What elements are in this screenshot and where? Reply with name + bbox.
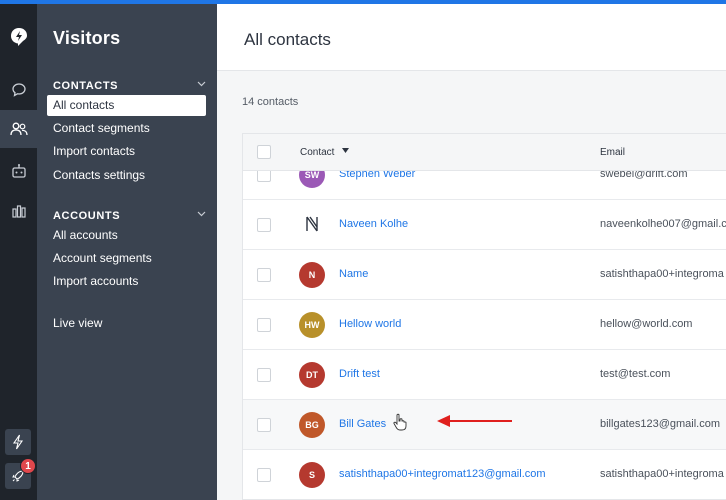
contact-name-link[interactable]: Hellow world: [339, 318, 401, 330]
sidebar-item-live-view[interactable]: Live view: [47, 313, 206, 334]
avatar: HW: [299, 312, 325, 338]
sidebar-item-import-contacts[interactable]: Import contacts: [47, 141, 206, 162]
chevron-down-icon[interactable]: [197, 211, 206, 217]
notification-badge: 1: [20, 458, 36, 474]
drift-logo-icon[interactable]: [0, 18, 37, 56]
table-row[interactable]: DT Drift test test@test.com: [243, 350, 726, 400]
table-row[interactable]: Naveen Kolhe naveenkolhe007@gmail.c: [243, 200, 726, 250]
reports-icon[interactable]: [0, 192, 37, 230]
contact-email: naveenkolhe007@gmail.c: [600, 218, 726, 230]
contact-email: billgates123@gmail.com: [600, 418, 721, 430]
row-checkbox[interactable]: [257, 268, 271, 282]
annotation-arrow-icon: [437, 415, 512, 427]
contact-email: satishthapa00+integroma: [600, 468, 724, 480]
sidebar-item-contacts-settings[interactable]: Contacts settings: [47, 165, 206, 186]
row-checkbox[interactable]: [257, 218, 271, 232]
contact-name-link[interactable]: Drift test: [339, 368, 380, 380]
sidebar: Visitors CONTACTS All contacts Contact s…: [37, 4, 217, 500]
sidebar-item-all-contacts[interactable]: All contacts: [47, 95, 206, 116]
table-row[interactable]: S satishthapa00+integromat123@gmail.com …: [243, 450, 726, 499]
sort-desc-icon[interactable]: [342, 148, 349, 153]
sidebar-item-contact-segments[interactable]: Contact segments: [47, 118, 206, 139]
contact-name-link[interactable]: Bill Gates: [339, 418, 386, 430]
contact-email: hellow@world.com: [600, 318, 693, 330]
row-checkbox[interactable]: [257, 418, 271, 432]
contacts-table: Contact Email SW Stephen Weber swebel@dr…: [242, 133, 726, 500]
sidebar-title: Visitors: [53, 28, 121, 48]
sidebar-item-account-segments[interactable]: Account segments: [47, 248, 206, 269]
table-header: Contact Email: [243, 134, 726, 171]
sidebar-section-accounts[interactable]: ACCOUNTS: [53, 210, 120, 222]
row-checkbox[interactable]: [257, 318, 271, 332]
contacts-icon[interactable]: [0, 110, 37, 148]
bot-icon[interactable]: [0, 152, 37, 190]
page-header: All contacts: [217, 4, 726, 71]
chevron-down-icon[interactable]: [197, 81, 206, 87]
contact-name-link[interactable]: satishthapa00+integromat123@gmail.com: [339, 468, 546, 480]
avatar: DT: [299, 362, 325, 388]
avatar: N: [299, 262, 325, 288]
avatar: BG: [299, 412, 325, 438]
contact-email: satishthapa00+integroma: [600, 268, 724, 280]
column-header-contact[interactable]: Contact: [300, 147, 334, 158]
hand-cursor-icon: [393, 413, 407, 431]
company-logo-icon: [306, 216, 318, 232]
sidebar-section-contacts[interactable]: CONTACTS: [53, 80, 118, 92]
lightning-icon[interactable]: [5, 429, 31, 455]
contact-email: test@test.com: [600, 368, 671, 380]
table-row[interactable]: N Name satishthapa00+integroma: [243, 250, 726, 300]
icon-rail: 1: [0, 4, 37, 500]
chat-icon[interactable]: [0, 71, 37, 109]
table-row[interactable]: HW Hellow world hellow@world.com: [243, 300, 726, 350]
contact-name-link[interactable]: Naveen Kolhe: [339, 218, 408, 230]
column-header-email[interactable]: Email: [600, 147, 625, 158]
row-checkbox[interactable]: [257, 468, 271, 482]
sidebar-item-import-accounts[interactable]: Import accounts: [47, 271, 206, 292]
sidebar-item-all-accounts[interactable]: All accounts: [47, 225, 206, 246]
page-title: All contacts: [244, 30, 331, 49]
select-all-checkbox[interactable]: [257, 145, 271, 159]
row-checkbox[interactable]: [257, 368, 271, 382]
contacts-count: 14 contacts: [242, 96, 299, 108]
contact-name-link[interactable]: Name: [339, 268, 368, 280]
avatar: S: [299, 462, 325, 488]
